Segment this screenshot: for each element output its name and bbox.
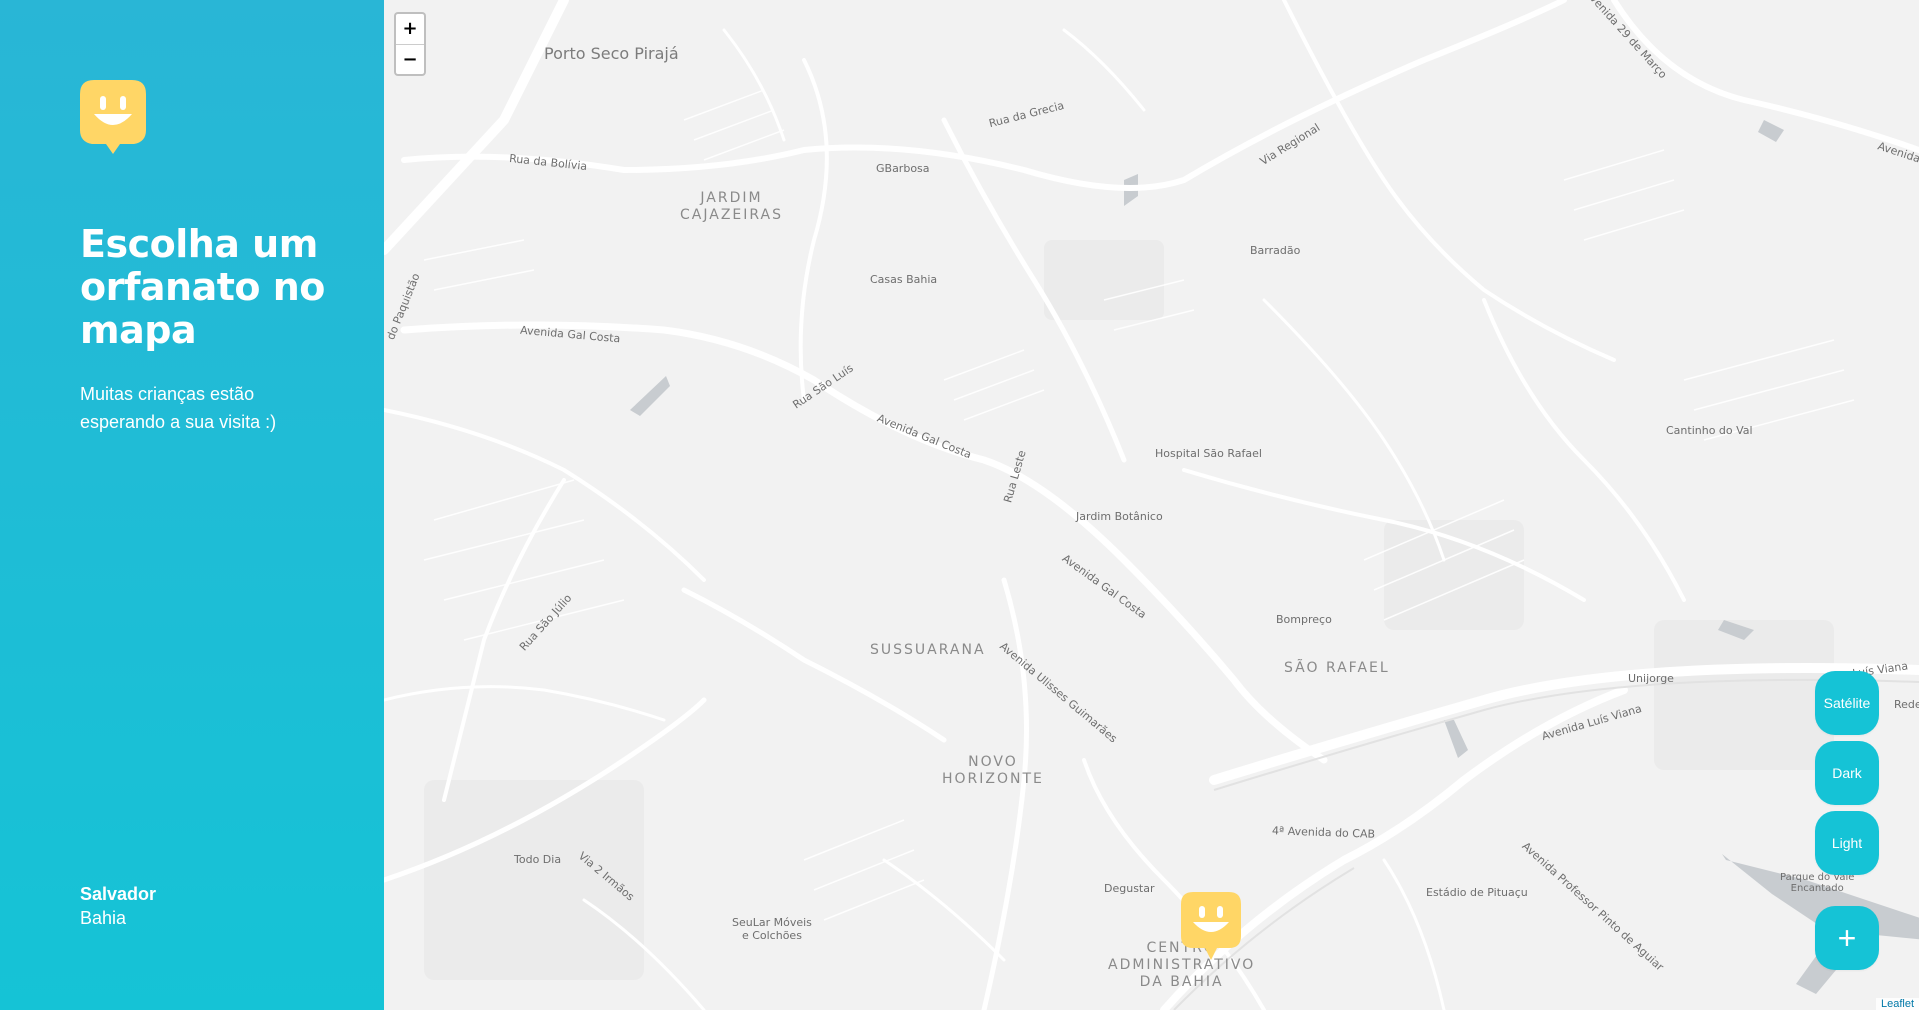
light-layer-button[interactable]: Light <box>1815 811 1879 875</box>
map-label: Casas Bahia <box>870 273 938 286</box>
leaflet-attribution-link[interactable]: Leaflet <box>1875 998 1919 1010</box>
orphanage-marker-icon[interactable] <box>1181 892 1241 960</box>
happy-face-logo-icon <box>80 80 146 154</box>
satellite-layer-button[interactable]: Satélite <box>1815 671 1879 735</box>
map-tiles[interactable] <box>384 0 1919 1010</box>
zoom-in-button[interactable]: + <box>396 14 424 44</box>
page-subtitle: Muitas crianças estão esperando a sua vi… <box>80 384 277 432</box>
state-name: Bahia <box>80 908 127 928</box>
map-label: NOVO HORIZONTE <box>942 754 1044 787</box>
map-label: SUSSUARANA <box>870 642 986 658</box>
map-label: SeuLar Móveis e Colchões <box>732 916 812 942</box>
map-label: Barradão <box>1250 244 1301 257</box>
map-label: Cantinho do Val <box>1666 424 1753 437</box>
map-label: Estádio de Pituaçu <box>1426 886 1528 899</box>
map[interactable]: Porto Seco Pirajá Rua da Bolívia GBarbos… <box>384 0 1919 1010</box>
sidebar: Escolha um orfanato no mapa Muitas crian… <box>0 0 384 1010</box>
map-label: Hospital São Rafael <box>1155 447 1262 460</box>
add-orphanage-button[interactable]: + <box>1815 906 1879 970</box>
dark-layer-button[interactable]: Dark <box>1815 741 1879 805</box>
city-name: Salvador <box>80 884 157 904</box>
zoom-out-button[interactable]: − <box>396 44 424 74</box>
map-label: Unijorge <box>1628 672 1674 685</box>
map-label: SÃO RAFAEL <box>1284 660 1390 676</box>
map-label: Jardim Botânico <box>1076 510 1163 523</box>
map-label: Bompreço <box>1276 613 1332 626</box>
map-label: GBarbosa <box>876 162 930 175</box>
map-label: Degustar <box>1104 882 1155 895</box>
map-label: JARDIM CAJAZEIRAS <box>680 190 784 223</box>
map-label: Todo Dia <box>514 853 562 866</box>
page-title: Escolha um orfanato no mapa <box>80 222 325 352</box>
map-label: Porto Seco Pirajá <box>544 44 679 63</box>
location: Salvador Bahia <box>80 882 156 930</box>
map-label: Rede <box>1894 698 1919 711</box>
zoom-control: + − <box>394 12 426 76</box>
map-label: Parque do Vale Encantado <box>1780 872 1855 894</box>
